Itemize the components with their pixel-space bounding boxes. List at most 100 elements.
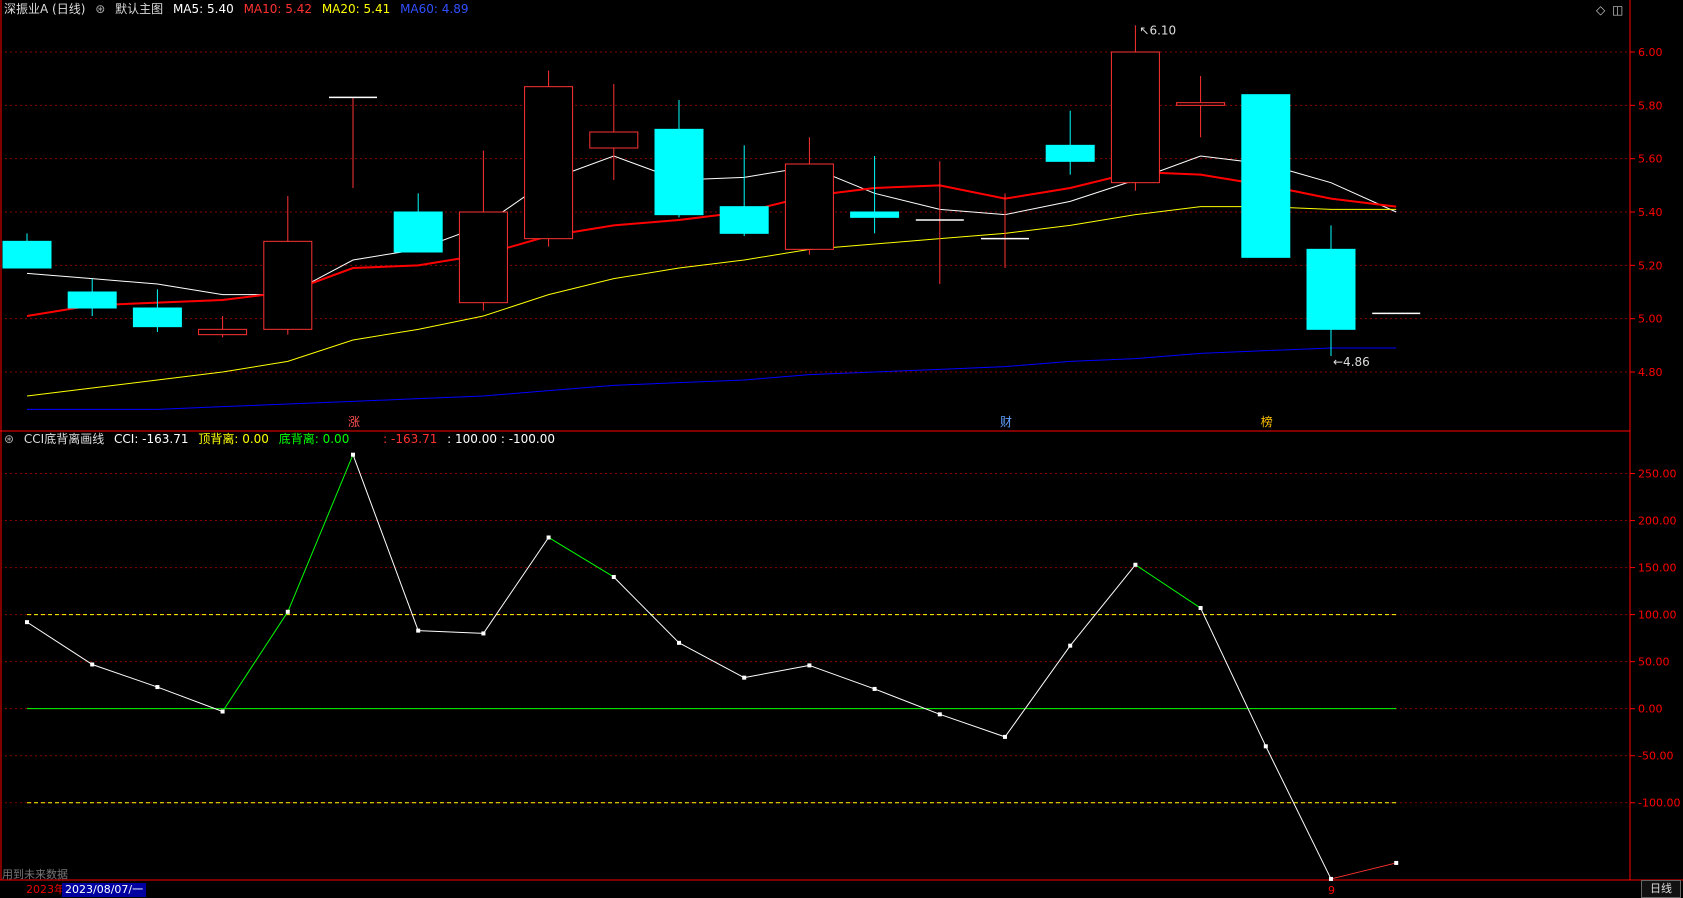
candle-down-body bbox=[393, 211, 443, 253]
cci-point bbox=[807, 663, 812, 668]
event-marker: 榜 bbox=[1261, 414, 1273, 429]
candle-up-body bbox=[198, 328, 248, 336]
cci-tick-label: 0.00 bbox=[1638, 703, 1663, 716]
cci-point bbox=[1133, 562, 1138, 567]
cci-point bbox=[90, 662, 95, 667]
candle-down-body bbox=[67, 291, 117, 309]
cci-tick-label: -50.00 bbox=[1638, 750, 1673, 763]
cci-segment bbox=[222, 611, 289, 712]
indicator-name[interactable]: CCI底背离画线 bbox=[24, 432, 104, 446]
cci-segment bbox=[744, 664, 810, 679]
cci-point bbox=[285, 609, 290, 614]
cci-point bbox=[546, 535, 551, 540]
cci-segment bbox=[1069, 564, 1136, 646]
cursor-date: 2023/08/07/一 bbox=[62, 883, 147, 897]
future-data-hint: 用到未来数据 bbox=[2, 868, 68, 881]
cci-point bbox=[1068, 643, 1073, 648]
candle-down-body bbox=[1306, 248, 1356, 330]
cci-point bbox=[611, 574, 616, 579]
stock-title: 深振业A (日线) bbox=[4, 2, 86, 16]
candle-up-body bbox=[458, 211, 508, 304]
cci-point bbox=[677, 640, 681, 645]
ma5-label: MA5: 5.40 bbox=[172, 2, 234, 16]
ma-line-ma20 bbox=[26, 206, 1397, 397]
cci-segment bbox=[1135, 564, 1201, 609]
cci-point bbox=[1329, 876, 1333, 881]
cci-point bbox=[1263, 744, 1268, 749]
cci-tick-label: 100.00 bbox=[1638, 609, 1677, 622]
cci-segment bbox=[939, 713, 1006, 738]
cci-point bbox=[937, 712, 942, 717]
cci-segment bbox=[548, 537, 615, 578]
main-header: 深振业A (日线) ⊛ 默认主图 MA5: 5.40 MA10: 5.42 MA… bbox=[4, 2, 474, 16]
cci-segment bbox=[26, 621, 93, 665]
candle-down-body bbox=[2, 240, 52, 269]
high-price-annotation: ↖6.10 bbox=[1139, 23, 1176, 37]
period-tab-daily[interactable]: 日线 bbox=[1641, 880, 1681, 898]
event-marker: 财 bbox=[1000, 415, 1012, 429]
ma-line-ma60 bbox=[27, 347, 1397, 410]
cci-segment bbox=[92, 663, 158, 688]
candle-down-body bbox=[719, 206, 769, 234]
candle-down-body bbox=[1241, 94, 1291, 258]
window-toggle-icon[interactable]: ◫ bbox=[1612, 3, 1623, 17]
cci-point bbox=[1003, 734, 1007, 739]
candle-up-body bbox=[1176, 102, 1226, 106]
cci-segment bbox=[678, 642, 745, 679]
cci-tick-label: 200.00 bbox=[1638, 515, 1677, 528]
ma20-label: MA20: 5.41 bbox=[321, 2, 391, 16]
price-tick-label: 4.80 bbox=[1638, 366, 1663, 379]
cci-current-value: : -163.71 bbox=[383, 432, 438, 446]
price-tick-label: 5.00 bbox=[1638, 313, 1663, 326]
cci-segment bbox=[613, 576, 680, 644]
price-tick-label: 5.40 bbox=[1638, 206, 1663, 219]
candle-down-body bbox=[132, 307, 182, 328]
price-tick-label: 6.00 bbox=[1638, 46, 1663, 59]
cci-point bbox=[872, 686, 877, 691]
price-tick-label: 5.20 bbox=[1638, 259, 1663, 272]
indicator-dropdown-icon[interactable]: ⊛ bbox=[4, 432, 14, 446]
cci-tick-label: 150.00 bbox=[1638, 562, 1677, 575]
price-tick-label: 5.60 bbox=[1638, 153, 1663, 166]
cci-point bbox=[1198, 606, 1203, 611]
cci-segment bbox=[157, 686, 223, 712]
candle-up-body bbox=[784, 163, 834, 250]
chart-stage: 4.80 5.00 5.20 5.40 5.60 5.80 6.00 ↖6.10 ←4.86 涨 财… bbox=[0, 0, 1683, 898]
cci-segment bbox=[482, 537, 550, 634]
cci-segment bbox=[418, 630, 484, 634]
event-marker: 涨 bbox=[348, 414, 360, 429]
candle-up-body bbox=[263, 240, 313, 330]
cci-segment bbox=[352, 454, 419, 631]
cci-tick-label: 50.00 bbox=[1638, 656, 1670, 669]
candle-down-body bbox=[654, 128, 704, 216]
month-mark: 9 bbox=[1328, 884, 1335, 897]
cci-tick-label: 250.00 bbox=[1638, 468, 1677, 481]
cci-point bbox=[25, 620, 29, 625]
cci-point bbox=[742, 675, 747, 680]
cci-segment bbox=[1004, 645, 1071, 738]
bottom-divergence-value: 底背离: 0.00 bbox=[278, 432, 350, 446]
level-values: : 100.00 : -100.00 bbox=[447, 432, 556, 446]
candle-up-body bbox=[1110, 51, 1160, 184]
kline-chart[interactable]: 4.80 5.00 5.20 5.40 5.60 5.80 6.00 ↖6.10 ←4.86 涨 财… bbox=[0, 0, 1683, 898]
cci-segment bbox=[809, 664, 875, 690]
low-price-annotation: ←4.86 bbox=[1333, 355, 1370, 369]
price-tick-label: 5.80 bbox=[1638, 99, 1663, 112]
cci-segment bbox=[1265, 746, 1332, 880]
cci-point bbox=[155, 685, 160, 690]
date-year: 2023年 bbox=[26, 883, 65, 896]
cci-segment bbox=[1200, 607, 1267, 747]
main-chart-dropdown-icon[interactable]: ⊛ bbox=[95, 2, 105, 16]
main-chart-label[interactable]: 默认主图 bbox=[115, 2, 163, 16]
indicator-header: ⊛ CCI底背离画线 CCI: -163.71 顶背离: 0.00 底背离: 0… bbox=[4, 432, 561, 446]
ma10-label: MA10: 5.42 bbox=[243, 2, 312, 16]
candle-down-body bbox=[850, 211, 900, 218]
ma-line-ma5 bbox=[26, 155, 1397, 296]
cci-tick-label: -100.00 bbox=[1638, 797, 1680, 810]
cci-segment bbox=[1330, 862, 1397, 880]
cci-point bbox=[351, 452, 355, 457]
cci-segment bbox=[287, 454, 354, 612]
cci-point bbox=[220, 709, 225, 714]
cci-point bbox=[481, 631, 486, 636]
diamond-icon[interactable]: ◇ bbox=[1596, 3, 1605, 17]
